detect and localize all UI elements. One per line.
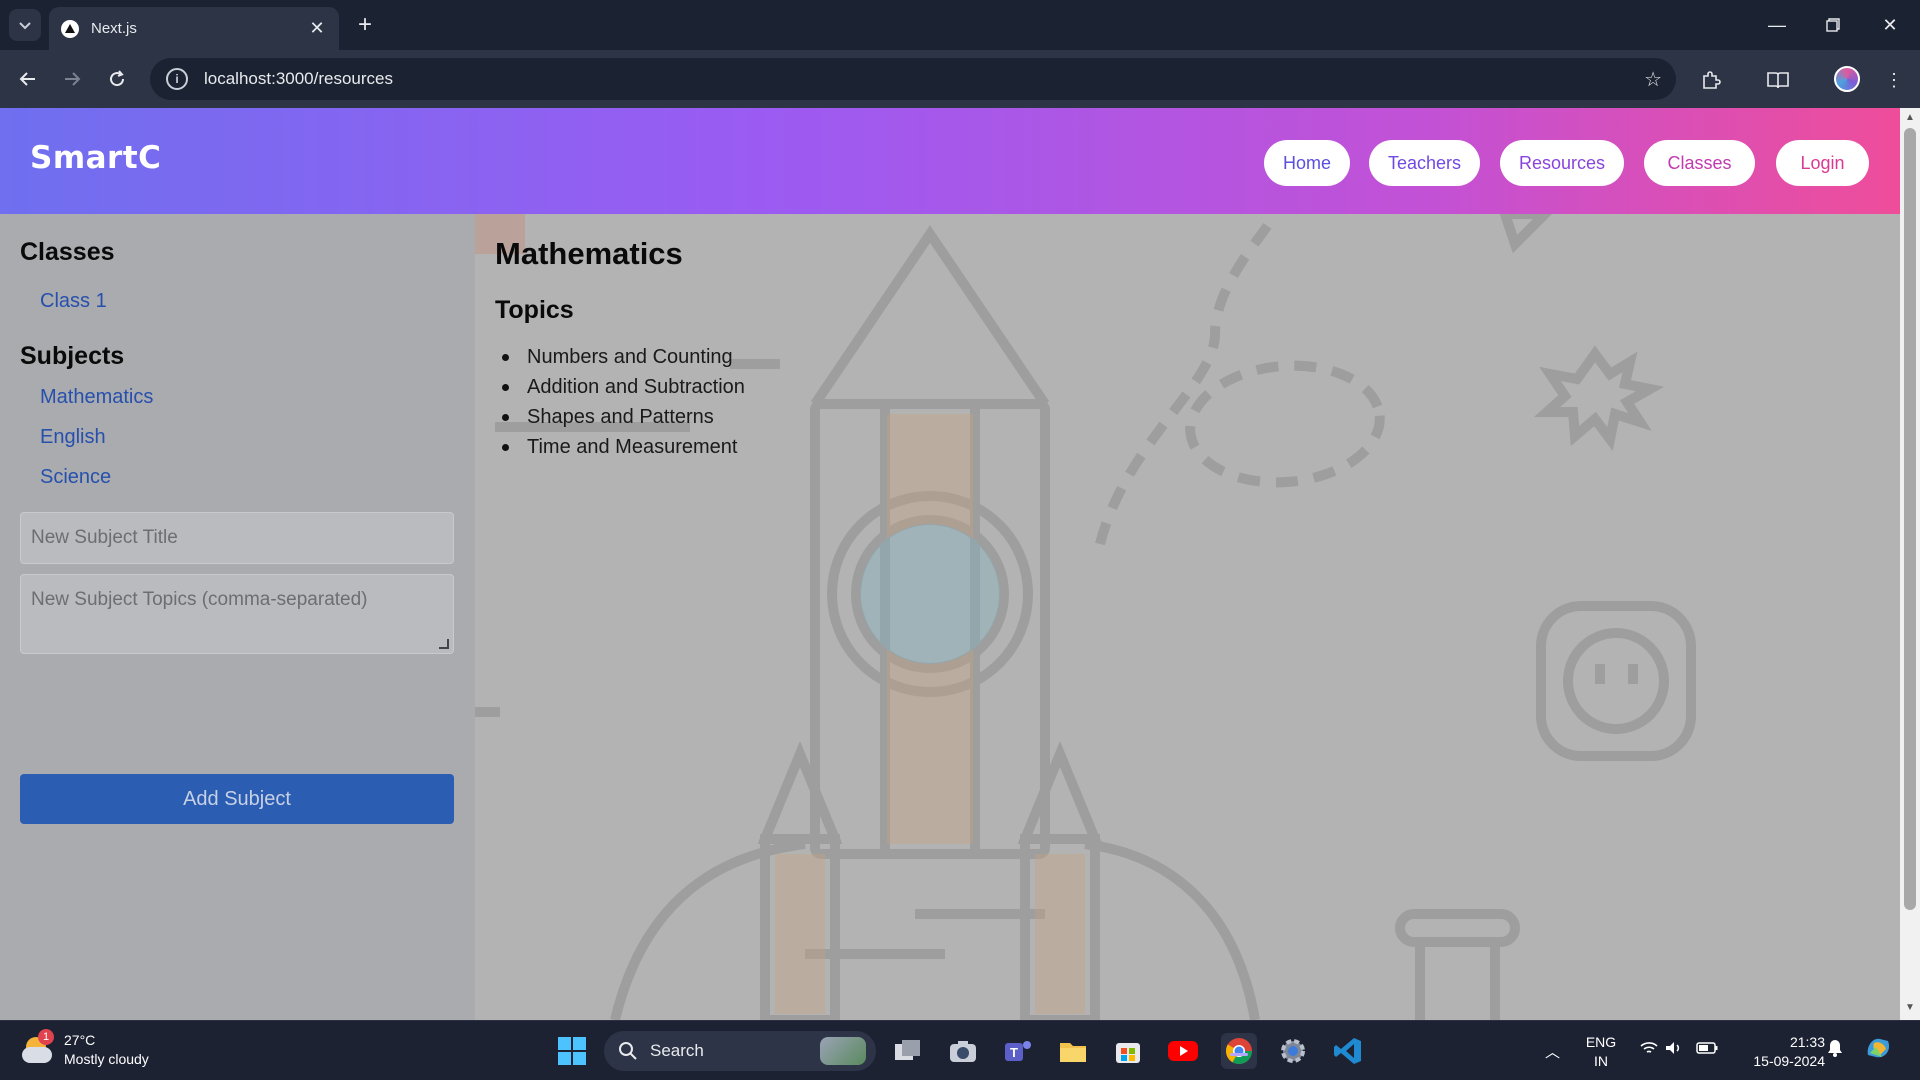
clock-date: 15-09-2024 — [1753, 1053, 1825, 1069]
search-highlight-icon — [820, 1037, 866, 1065]
reload-icon[interactable] — [103, 65, 131, 93]
bookmark-star-icon[interactable]: ☆ — [1644, 67, 1662, 92]
teams-icon[interactable]: T — [1000, 1033, 1036, 1069]
main-content: Mathematics Topics Numbers and Counting … — [475, 214, 1900, 1020]
minimize-icon[interactable]: — — [1764, 12, 1790, 38]
nav-home[interactable]: Home — [1264, 140, 1350, 186]
new-subject-title-input[interactable]: New Subject Title — [20, 512, 454, 564]
wifi-icon[interactable] — [1640, 1041, 1658, 1059]
back-arrow-icon[interactable] — [14, 65, 42, 93]
topic-label: Time and Measurement — [527, 435, 738, 458]
page-viewport: SmartC Home Teachers Resources Classes L… — [0, 108, 1900, 1020]
windows-taskbar: 1 27°C Mostly cloudy Search T ︿ ENG IN 2… — [0, 1020, 1920, 1080]
list-item: Time and Measurement — [495, 432, 745, 462]
task-view-icon[interactable] — [890, 1033, 926, 1069]
browser-tab[interactable]: Next.js ✕ — [49, 7, 339, 50]
topic-label: Shapes and Patterns — [527, 405, 714, 428]
classes-heading: Classes — [20, 238, 115, 266]
weather-badge: 1 — [38, 1029, 54, 1045]
scroll-up-icon[interactable]: ▲ — [1905, 112, 1915, 123]
sidebar: Classes Class 1 Subjects Mathematics Eng… — [0, 214, 475, 1020]
nav-classes[interactable]: Classes — [1644, 140, 1755, 186]
topic-label: Addition and Subtraction — [527, 375, 745, 398]
list-item: Numbers and Counting — [495, 342, 745, 372]
site-info-icon[interactable]: i — [166, 68, 188, 90]
vscode-icon[interactable] — [1330, 1033, 1366, 1069]
nav-resources[interactable]: Resources — [1500, 140, 1624, 186]
extensions-icon[interactable] — [1697, 66, 1725, 94]
address-bar[interactable]: i localhost:3000/resources ☆ — [150, 58, 1676, 100]
topic-list: Numbers and Counting Addition and Subtra… — [495, 342, 745, 462]
language-code: ENG — [1585, 1034, 1617, 1050]
nextjs-favicon-icon — [61, 19, 79, 38]
page-scrollbar[interactable]: ▲ ▼ — [1900, 108, 1920, 1020]
taskbar-search[interactable]: Search — [604, 1031, 876, 1071]
subjects-heading: Subjects — [20, 342, 125, 370]
weather-temperature: 27°C — [64, 1032, 96, 1048]
topic-label: Numbers and Counting — [527, 345, 733, 368]
brand-logo[interactable]: SmartC — [30, 140, 161, 176]
topics-heading: Topics — [495, 296, 574, 324]
scroll-thumb[interactable] — [1904, 128, 1916, 910]
restore-icon[interactable] — [1820, 12, 1846, 38]
active-app-indicator — [1230, 1053, 1248, 1056]
list-item: Shapes and Patterns — [495, 402, 745, 432]
tab-search-button[interactable] — [9, 9, 41, 41]
rocket-background-illustration — [475, 214, 1696, 1020]
forward-arrow-icon[interactable] — [58, 65, 86, 93]
subject-link-mathematics[interactable]: Mathematics — [40, 386, 153, 409]
profile-avatar[interactable] — [1834, 66, 1860, 92]
search-icon — [619, 1042, 637, 1060]
scroll-down-icon[interactable]: ▼ — [1905, 1002, 1915, 1013]
url-text: localhost:3000/resources — [204, 69, 394, 88]
language-indicator[interactable]: ENG IN — [1585, 1033, 1617, 1071]
close-window-icon[interactable]: ✕ — [1877, 12, 1903, 38]
topics-placeholder: New Subject Topics (comma-separated) — [31, 589, 368, 610]
new-tab-icon[interactable]: + — [352, 11, 378, 38]
resize-handle-icon[interactable] — [439, 639, 449, 649]
notification-bell-icon[interactable] — [1827, 1039, 1843, 1061]
add-subject-button[interactable]: Add Subject — [20, 774, 454, 824]
show-hidden-icons-chevron-icon[interactable]: ︿ — [1545, 1041, 1560, 1062]
chrome-icon[interactable] — [1221, 1033, 1257, 1069]
browser-tab-bar: Next.js ✕ + — ✕ — [0, 0, 1920, 50]
list-item: Addition and Subtraction — [495, 372, 745, 402]
subject-link-science[interactable]: Science — [40, 466, 111, 489]
windows-start-icon[interactable] — [554, 1033, 590, 1069]
tab-close-icon[interactable]: ✕ — [307, 18, 327, 39]
subject-link-english[interactable]: English — [40, 426, 106, 449]
camera-app-icon[interactable] — [945, 1033, 981, 1069]
youtube-icon[interactable] — [1165, 1033, 1201, 1069]
app-header: SmartC Home Teachers Resources Classes L… — [0, 108, 1900, 214]
volume-icon[interactable] — [1665, 1041, 1683, 1059]
weather-widget[interactable]: 1 27°C Mostly cloudy — [20, 1029, 149, 1069]
clock[interactable]: 21:33 15-09-2024 — [1735, 1033, 1825, 1071]
nav-teachers[interactable]: Teachers — [1369, 140, 1480, 186]
weather-description: Mostly cloudy — [64, 1051, 149, 1067]
browser-toolbar: i localhost:3000/resources ☆ ⋮ — [0, 50, 1920, 108]
bullet-icon — [502, 383, 509, 391]
cloudy-weather-icon: 1 — [20, 1029, 54, 1067]
new-subject-topics-textarea[interactable]: New Subject Topics (comma-separated) — [20, 574, 454, 654]
bullet-icon — [502, 443, 509, 451]
tab-title: Next.js — [91, 20, 137, 37]
chevron-down-icon — [19, 22, 31, 30]
subject-title: Mathematics — [495, 236, 683, 271]
file-explorer-icon[interactable] — [1055, 1033, 1091, 1069]
bullet-icon — [502, 353, 509, 361]
reading-mode-icon[interactable] — [1764, 66, 1792, 94]
clock-time: 21:33 — [1789, 1034, 1825, 1050]
svg-text:T: T — [1010, 1045, 1018, 1060]
bullet-icon — [502, 413, 509, 421]
region-code: IN — [1594, 1053, 1608, 1069]
more-menu-icon[interactable]: ⋮ — [1880, 66, 1908, 94]
settings-gear-icon[interactable] — [1275, 1033, 1311, 1069]
nav-login[interactable]: Login — [1776, 140, 1869, 186]
copilot-icon[interactable] — [1864, 1035, 1892, 1065]
battery-icon[interactable] — [1696, 1041, 1718, 1058]
class-link-class-1[interactable]: Class 1 — [40, 290, 107, 313]
search-label: Search — [650, 1041, 704, 1060]
microsoft-store-icon[interactable] — [1110, 1033, 1146, 1069]
